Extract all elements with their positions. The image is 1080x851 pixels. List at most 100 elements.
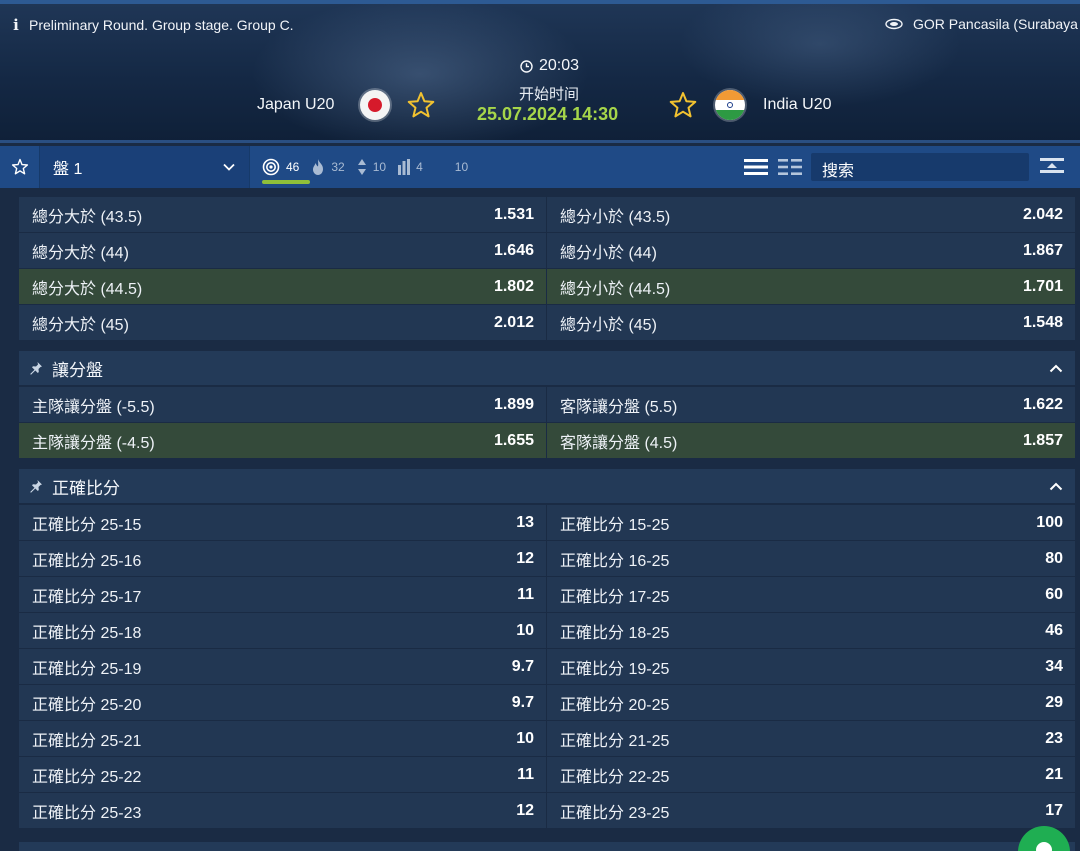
odds-cell-highlighted[interactable]: 總分小於 (44.5) 1.701	[547, 269, 1075, 304]
odds-row: 正確比分 25-21 10 正確比分 21-25 23	[19, 721, 1075, 756]
totals-market: 總分大於 (43.5) 1.531 總分小於 (43.5) 2.042 總分大於 (…	[19, 197, 1075, 340]
home-team-name[interactable]: Japan U20	[257, 96, 334, 114]
odds-cell-highlighted[interactable]: 主隊讓分盤 (-4.5) 1.655	[19, 423, 546, 458]
bet-label: 正確比分 18-25	[560, 624, 670, 642]
market-select-dropdown[interactable]: 盤 1	[40, 146, 250, 188]
odds-cell-highlighted[interactable]: 客隊讓分盤 (4.5) 1.857	[547, 423, 1075, 458]
odds-value: 100	[1036, 513, 1063, 531]
odds-cell[interactable]: 總分大於 (44) 1.646	[19, 233, 546, 268]
odds-row: 主隊讓分盤 (-4.5) 1.655 客隊讓分盤 (4.5) 1.857	[19, 423, 1075, 458]
odds-value: 1.899	[493, 395, 534, 413]
bars-icon	[398, 159, 411, 175]
odds-cell[interactable]: 正確比分 25-23 12	[19, 793, 546, 828]
bet-label: 正確比分 25-15	[32, 516, 142, 534]
odds-cell[interactable]: 總分大於 (43.5) 1.531	[19, 197, 546, 232]
star-outline-icon	[11, 158, 28, 175]
odds-cell[interactable]: 主隊讓分盤 (-5.5) 1.899	[19, 387, 546, 422]
odds-cell[interactable]: 正確比分 25-22 11	[19, 757, 546, 792]
filter-tab-stats[interactable]: 4	[398, 159, 423, 175]
japan-flag-icon	[360, 90, 390, 120]
odds-cell[interactable]: 正確比分 19-25 34	[547, 649, 1075, 684]
active-tab-indicator	[262, 180, 310, 184]
bet-label: 總分小於 (44.5)	[560, 280, 671, 298]
info-icon: i	[13, 16, 19, 34]
clock-icon	[520, 59, 533, 73]
odds-value: 1.867	[1022, 241, 1063, 259]
odds-cell[interactable]: 正確比分 25-15 13	[19, 505, 546, 540]
odds-cell[interactable]: 正確比分 15-25 100	[547, 505, 1075, 540]
odds-row: 主隊讓分盤 (-5.5) 1.899 客隊讓分盤 (5.5) 1.622	[19, 387, 1075, 422]
odds-row: 總分大於 (43.5) 1.531 總分小於 (43.5) 2.042	[19, 197, 1075, 232]
filter-tab-totals[interactable]: 10	[357, 158, 386, 176]
odds-cell[interactable]: 正確比分 23-25 17	[547, 793, 1075, 828]
odds-cell[interactable]: 正確比分 22-25 21	[547, 757, 1075, 792]
odds-value: 1.701	[1022, 277, 1063, 295]
bet-label: 正確比分 25-19	[32, 660, 142, 678]
section-title: 正確比分	[52, 478, 120, 498]
odds-value: 1.622	[1022, 395, 1063, 413]
odds-cell[interactable]: 正確比分 16-25 80	[547, 541, 1075, 576]
odds-value: 34	[1045, 657, 1063, 675]
odds-cell[interactable]: 正確比分 25-19 9.7	[19, 649, 546, 684]
pin-icon[interactable]	[29, 361, 43, 375]
pin-icon[interactable]	[29, 479, 43, 493]
live-chat-button[interactable]	[1018, 826, 1070, 851]
odds-cell[interactable]: 總分小於 (45) 1.548	[547, 305, 1075, 340]
section-title: 讓分盤	[52, 360, 103, 380]
odds-cell[interactable]: 正確比分 17-25 60	[547, 577, 1075, 612]
filter-tab-other[interactable]: 10	[455, 160, 468, 174]
odds-cell[interactable]: 正確比分 20-25 29	[547, 685, 1075, 720]
odds-cell[interactable]: 正確比分 18-25 46	[547, 613, 1075, 648]
chevron-up-icon[interactable]	[1049, 364, 1063, 373]
handicap-section-header[interactable]: 讓分盤	[19, 351, 1075, 385]
bet-label: 正確比分 15-25	[560, 516, 670, 534]
odds-cell[interactable]: 正確比分 21-25 23	[547, 721, 1075, 756]
odds-value: 9.7	[511, 657, 534, 675]
odds-cell[interactable]: 正確比分 25-18 10	[19, 613, 546, 648]
handicap-market: 讓分盤 主隊讓分盤 (-5.5) 1.899 客隊讓分盤 (5.5) 1.622 主…	[19, 351, 1075, 458]
bet-label: 客隊讓分盤 (5.5)	[560, 398, 678, 416]
odds-value: 11	[517, 585, 534, 603]
odds-value: 1.802	[493, 277, 534, 295]
odds-cell-highlighted[interactable]: 總分大於 (44.5) 1.802	[19, 269, 546, 304]
favorite-home-star-icon[interactable]	[406, 90, 436, 120]
odds-cell[interactable]: 正確比分 25-16 12	[19, 541, 546, 576]
correct-score-section-header[interactable]: 正確比分	[19, 469, 1075, 503]
list-view-icon[interactable]	[744, 158, 768, 176]
bet-label: 正確比分 21-25	[560, 732, 670, 750]
match-header: i Preliminary Round. Group stage. Group …	[0, 0, 1080, 143]
filter-count-totals: 10	[372, 160, 387, 174]
collapse-all-icon[interactable]	[1038, 156, 1066, 178]
odds-cell[interactable]: 正確比分 25-17 11	[19, 577, 546, 612]
favorite-market-button[interactable]	[0, 146, 40, 188]
filter-tab-all[interactable]: 46	[262, 158, 299, 176]
favorite-away-star-icon[interactable]	[668, 90, 698, 120]
bet-label: 正確比分 23-25	[560, 804, 670, 822]
search-input[interactable]: 搜索	[811, 153, 1029, 181]
odds-value: 1.646	[493, 241, 534, 259]
odds-value: 12	[516, 801, 534, 819]
grid-view-icon[interactable]	[778, 158, 802, 176]
odds-cell[interactable]: 總分大於 (45) 2.012	[19, 305, 546, 340]
bet-label: 正確比分 25-16	[32, 552, 142, 570]
filter-tab-popular[interactable]: 32	[311, 158, 345, 176]
away-team-name[interactable]: India U20	[763, 96, 832, 114]
india-flag-icon	[715, 90, 745, 120]
chevron-down-icon	[223, 163, 235, 171]
bet-label: 主隊讓分盤 (-5.5)	[32, 398, 155, 416]
odds-cell[interactable]: 正確比分 25-21 10	[19, 721, 546, 756]
odds-cell[interactable]: 總分小於 (44) 1.867	[547, 233, 1075, 268]
start-datetime: 25.07.2024 14:30	[477, 104, 619, 124]
bet-label: 總分大於 (44)	[32, 244, 129, 262]
bet-label: 總分大於 (43.5)	[32, 208, 143, 226]
odds-cell[interactable]: 正確比分 25-20 9.7	[19, 685, 546, 720]
odds-value: 2.042	[1022, 205, 1063, 223]
odds-value: 1.531	[493, 205, 534, 223]
odds-cell[interactable]: 客隊讓分盤 (5.5) 1.622	[547, 387, 1075, 422]
chevron-up-icon[interactable]	[1049, 482, 1063, 491]
bet-label: 正確比分 20-25	[560, 696, 670, 714]
competition-info: i Preliminary Round. Group stage. Group …	[12, 16, 293, 34]
odds-cell[interactable]: 總分小於 (43.5) 2.042	[547, 197, 1075, 232]
